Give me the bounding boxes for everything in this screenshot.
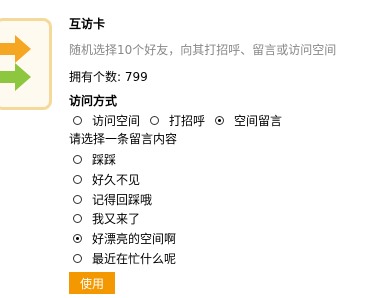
message-option[interactable]: 记得回踩哦 [73, 191, 152, 208]
swap-arrows-icon [0, 35, 31, 91]
visit-mode-options: 访问空间 打招呼 空间留言 [73, 112, 292, 129]
message-option[interactable]: 踩踩 [73, 151, 116, 168]
use-button[interactable]: 使用 [69, 272, 115, 294]
message-option-label: 我又来了 [92, 212, 141, 226]
visit-card-panel: 互访卡 随机选择10个好友，向其打招呼、留言或访问空间 拥有个数: 799 访问… [0, 0, 371, 298]
message-option[interactable]: 好久不见 [73, 171, 140, 188]
message-option[interactable]: 好漂亮的空间啊 [73, 230, 176, 247]
message-option-label: 记得回踩哦 [92, 193, 153, 207]
visit-card-icon [0, 18, 52, 110]
message-radio[interactable] [73, 195, 82, 204]
card-description: 随机选择10个好友，向其打招呼、留言或访问空间 [69, 43, 337, 57]
visit-mode-option-leave-message[interactable]: 空间留言 [215, 112, 282, 129]
message-radio[interactable] [73, 155, 82, 164]
message-option-label: 好漂亮的空间啊 [92, 232, 177, 246]
message-radio[interactable] [73, 234, 82, 243]
visit-mode-label-greet: 打招呼 [169, 114, 206, 128]
message-radio[interactable] [73, 254, 82, 263]
visit-mode-label-visit-space: 访问空间 [92, 114, 141, 128]
message-option[interactable]: 我又来了 [73, 210, 140, 227]
card-title: 互访卡 [69, 17, 106, 31]
radio-leave-message[interactable] [215, 116, 225, 125]
message-option-label: 最近在忙什么呢 [92, 252, 177, 266]
message-prompt: 请选择一条留言内容 [69, 132, 178, 146]
radio-visit-space[interactable] [73, 116, 82, 125]
message-radio[interactable] [73, 175, 82, 184]
visit-mode-option-greet[interactable]: 打招呼 [150, 112, 205, 129]
message-option[interactable]: 最近在忙什么呢 [73, 250, 176, 267]
visit-mode-label-leave-message: 空间留言 [234, 114, 283, 128]
radio-greet[interactable] [150, 116, 160, 125]
card-count: 拥有个数: 799 [69, 70, 148, 84]
message-option-label: 好久不见 [92, 173, 141, 187]
message-radio[interactable] [73, 214, 82, 223]
visit-mode-option-visit-space[interactable]: 访问空间 [73, 112, 140, 129]
message-option-label: 踩踩 [92, 153, 117, 167]
visit-mode-title: 访问方式 [69, 94, 118, 108]
